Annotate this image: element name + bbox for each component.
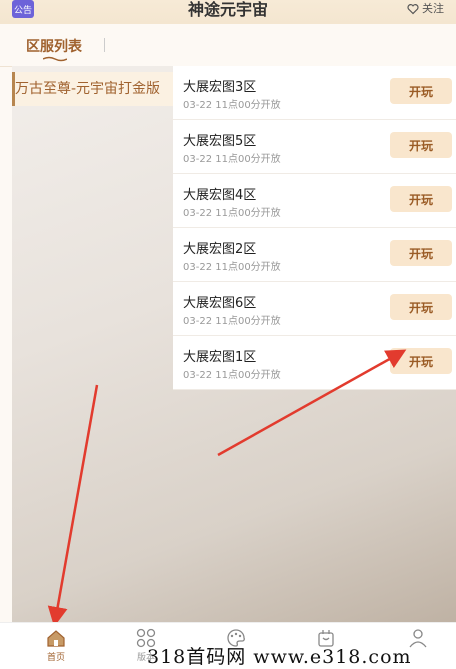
follow-label: 关注 [422,2,444,15]
server-name: 大展宏图2区 [183,242,257,257]
play-button[interactable]: 开玩 [390,348,452,374]
heart-icon [407,4,419,15]
play-button[interactable]: 开玩 [390,132,452,158]
server-name: 大展宏图6区 [183,296,257,311]
server-list: 大展宏图3区 03-22 11点00分开放 开玩 大展宏图5区 03-22 11… [173,66,456,390]
tab-divider [104,38,105,52]
play-button[interactable]: 开玩 [390,78,452,104]
server-open-time: 03-22 11点00分开放 [183,154,281,165]
server-row: 大展宏图1区 03-22 11点00分开放 开玩 [173,336,456,390]
server-name: 大展宏图4区 [183,188,257,203]
server-row: 大展宏图4区 03-22 11点00分开放 开玩 [173,174,456,228]
server-open-time: 03-22 11点00分开放 [183,316,281,327]
content-area: 万古至尊-元宇宙打金版 大展宏图3区 03-22 11点00分开放 开玩 大展宏… [12,66,456,622]
server-row: 大展宏图6区 03-22 11点00分开放 开玩 [173,282,456,336]
play-button[interactable]: 开玩 [390,240,452,266]
page-title: 神途元宇宙 [187,0,268,19]
server-row: 大展宏图5区 03-22 11点00分开放 开玩 [173,120,456,174]
play-button[interactable]: 开玩 [390,294,452,320]
server-row: 大展宏图3区 03-22 11点00分开放 开玩 [173,66,456,120]
watermark-text: 318首码网 www.e318.com [147,646,412,668]
server-name: 大展宏图1区 [183,350,257,365]
server-name: 大展宏图5区 [183,134,257,149]
server-open-time: 03-22 11点00分开放 [183,262,281,273]
server-name: 大展宏图3区 [183,80,257,95]
nav-home[interactable]: 首页 [26,627,86,663]
server-open-time: 03-22 11点00分开放 [183,208,281,219]
sidebar-item-selected[interactable]: 万古至尊-元宇宙打金版 [12,72,176,106]
tab-server-list[interactable]: 区服列表 [26,36,82,56]
server-row: 大展宏图2区 03-22 11点00分开放 开玩 [173,228,456,282]
play-button[interactable]: 开玩 [390,186,452,212]
follow-button[interactable]: 关注 [407,0,444,18]
home-icon [47,630,65,647]
tab-bar: 区服列表 [0,24,456,67]
server-open-time: 03-22 11点00分开放 [183,370,281,381]
top-bar: 公告 神途元宇宙 关注 [0,0,456,24]
nav-home-label: 首页 [46,653,65,663]
server-open-time: 03-22 11点00分开放 [183,100,281,111]
tab-underline-mark [43,56,67,62]
